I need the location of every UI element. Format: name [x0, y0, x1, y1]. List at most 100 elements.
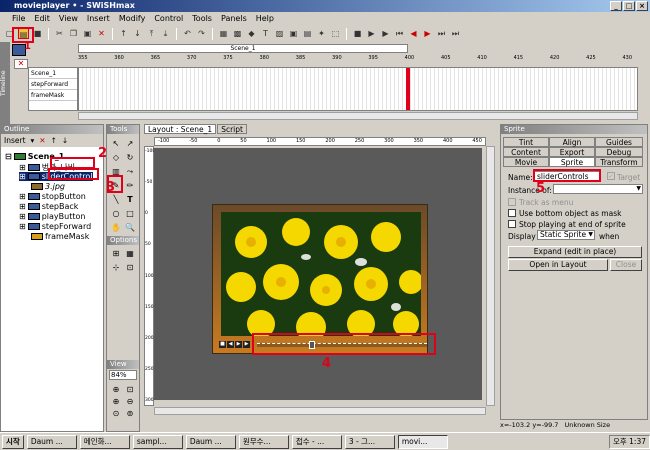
start-button[interactable]: 시작 — [2, 434, 24, 449]
fast-forward-icon[interactable]: ⏭ — [436, 28, 447, 39]
bottom-icon[interactable]: ⤓ — [160, 28, 171, 39]
timeline-frames[interactable] — [78, 67, 638, 111]
down-icon[interactable]: ↓ — [132, 28, 143, 39]
close-button[interactable]: × — [636, 1, 648, 11]
menu-panels[interactable]: Panels — [221, 12, 247, 25]
up-icon[interactable]: ↑ — [118, 28, 129, 39]
tab-align[interactable]: Align — [549, 137, 595, 147]
taskbar-item[interactable]: Daum ... — [185, 434, 236, 449]
stop-button-icon[interactable]: ■ — [219, 341, 226, 348]
select-icon[interactable]: ↖ — [110, 138, 122, 150]
rotate-icon[interactable]: ↻ — [124, 152, 136, 164]
text-icon[interactable]: T — [260, 28, 271, 39]
step-forward-button-icon[interactable]: ▶ — [243, 341, 250, 348]
timeline-scrollbar[interactable] — [78, 112, 638, 120]
expand-icon[interactable]: ⊞ — [19, 202, 26, 211]
display-select[interactable]: Static Sprite ▼ — [537, 230, 595, 240]
timeline-row-label[interactable]: Scene_1 — [29, 68, 77, 79]
expand-icon[interactable]: ⊞ — [19, 212, 26, 221]
expand-icon[interactable]: ⊟ — [5, 152, 12, 161]
zoom-icon[interactable]: 🔍 — [124, 222, 136, 234]
scene-selector[interactable]: Scene_1 — [78, 44, 408, 53]
tab-guides[interactable]: Guides — [595, 137, 643, 147]
step-forward-icon[interactable]: ▶ — [422, 28, 433, 39]
move-down-icon[interactable]: ↓ — [62, 136, 68, 145]
menu-view[interactable]: View — [59, 12, 78, 25]
delete-icon[interactable]: ✕ — [96, 28, 107, 39]
taskbar-item[interactable]: 원무수... — [238, 434, 289, 449]
expand-icon[interactable]: ⊞ — [19, 172, 26, 181]
effect-icon[interactable]: ✦ — [316, 28, 327, 39]
group-icon[interactable]: ▦ — [218, 28, 229, 39]
zoom-all-icon[interactable]: ⊚ — [124, 408, 136, 420]
expand-button[interactable]: Expand (edit in place) — [508, 246, 642, 258]
tab-tint[interactable]: Tint — [503, 137, 549, 147]
copy-icon[interactable]: ❐ — [68, 28, 79, 39]
expand-icon[interactable]: ⊞ — [19, 222, 26, 231]
menu-help[interactable]: Help — [256, 12, 274, 25]
delete-frame-icon[interactable]: ✕ — [14, 59, 28, 69]
outline-insert-menu[interactable]: Insert — [4, 136, 26, 145]
zoom-selection-icon[interactable]: ⊙ — [110, 408, 122, 420]
undo-icon[interactable]: ↶ — [182, 28, 193, 39]
ellipse-icon[interactable]: ○ — [110, 208, 122, 220]
zoom-select[interactable]: 84% — [109, 370, 137, 380]
menu-file[interactable]: File — [12, 12, 25, 25]
zoom-out-icon[interactable]: ⊖ — [124, 396, 136, 408]
top-icon[interactable]: ⤒ — [146, 28, 157, 39]
layout-horizontal-scrollbar[interactable] — [154, 407, 486, 415]
outline-item-frame-mask[interactable]: frameMask — [31, 232, 89, 241]
snap-icon[interactable]: ⊞ — [110, 248, 122, 260]
tab-content[interactable]: Content — [503, 147, 549, 157]
timeline-row-label[interactable]: frameMask — [29, 90, 77, 101]
shape-icon[interactable]: ◆ — [246, 28, 257, 39]
sprite-icon[interactable]: ▩ — [232, 28, 243, 39]
movie-frame[interactable]: ■ ◀ ▶ ▶ — [212, 204, 428, 354]
menu-tools[interactable]: Tools — [192, 12, 212, 25]
dropdown-icon[interactable]: ▾ — [31, 136, 35, 145]
stop-playing-checkbox[interactable] — [508, 220, 516, 228]
rewind-icon[interactable]: ⏮ — [394, 28, 405, 39]
rectangle-icon[interactable]: □ — [124, 208, 136, 220]
minimize-button[interactable]: _ — [610, 1, 622, 11]
tab-layout[interactable]: Layout : Scene_1 — [144, 124, 217, 134]
track-menu-checkbox[interactable] — [508, 198, 516, 206]
playhead[interactable] — [406, 68, 410, 110]
motion-path-icon[interactable]: ⤳ — [124, 166, 136, 178]
use-bottom-checkbox[interactable] — [508, 209, 516, 217]
open-in-layout-button[interactable]: Open in Layout — [508, 259, 608, 271]
move-up-icon[interactable]: ↑ — [51, 136, 57, 145]
play-icon[interactable]: ▶ — [366, 28, 377, 39]
close-sprite-button[interactable]: Close — [610, 259, 642, 271]
play-movie-icon[interactable]: ▶ — [380, 28, 391, 39]
step-back-button-icon[interactable]: ◀ — [227, 341, 234, 348]
menu-control[interactable]: Control — [154, 12, 183, 25]
step-back-icon[interactable]: ◀ — [408, 28, 419, 39]
line-icon[interactable]: ╲ — [110, 194, 122, 206]
outline-item-stop-button[interactable]: ⊞ stopButton — [19, 192, 86, 201]
taskbar-item[interactable]: 접수 - ... — [291, 434, 342, 449]
play-button-icon[interactable]: ▶ — [235, 341, 242, 348]
zoom-100-icon[interactable]: ⊡ — [124, 384, 136, 396]
publish-icon[interactable]: ⬚ — [330, 28, 341, 39]
expand-icon[interactable]: ⊞ — [19, 192, 26, 201]
redo-icon[interactable]: ↷ — [196, 28, 207, 39]
outline-item-step-forward[interactable]: ⊞ stepForward — [19, 222, 91, 231]
taskbar-item[interactable]: Daum ... — [26, 434, 77, 449]
reshape-icon[interactable]: ◇ — [110, 152, 122, 164]
grid-icon[interactable]: ▦ — [124, 248, 136, 260]
taskbar-item[interactable]: sampl... — [132, 434, 183, 449]
tab-sprite[interactable]: Sprite — [549, 157, 595, 167]
delete-icon[interactable]: ✕ — [39, 136, 45, 145]
image-icon[interactable]: ▨ — [274, 28, 285, 39]
taskbar-item[interactable]: 3 - 그... — [344, 434, 395, 449]
tab-transform[interactable]: Transform — [595, 157, 643, 167]
subselect-icon[interactable]: ↗ — [124, 138, 136, 150]
text-tool-icon[interactable]: T — [124, 194, 136, 206]
tab-movie[interactable]: Movie — [503, 157, 549, 167]
tab-export[interactable]: Export — [549, 147, 595, 157]
outline-item-image[interactable]: 3.jpg — [31, 182, 65, 191]
maximize-button[interactable]: □ — [623, 1, 635, 11]
layout-vertical-scrollbar[interactable] — [486, 146, 495, 406]
target-checkbox[interactable]: ✓ — [607, 172, 615, 180]
